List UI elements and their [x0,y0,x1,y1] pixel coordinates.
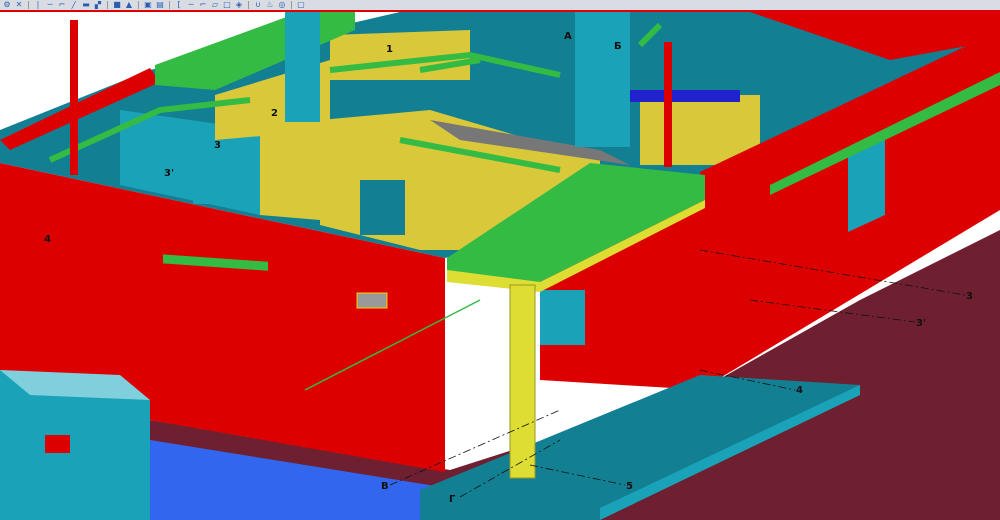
strip-footing-icon[interactable]: ▲ [124,1,134,9]
grid-label-A: А [564,31,572,42]
teal-column-1 [285,12,320,122]
view-2-icon[interactable]: ▤ [155,1,165,9]
component-icon[interactable]: ♨ [265,1,275,9]
column-icon[interactable]: │ [33,1,43,9]
cube-icon[interactable]: ◈ [234,1,244,9]
pad-footing-icon[interactable]: ■ [112,1,122,9]
window-opening [540,290,585,345]
red-block [45,435,70,453]
grid-label-B: Б [614,41,622,52]
hatch-icon[interactable]: ◎ [277,1,287,9]
panel-icon[interactable]: ▬ [81,1,91,9]
toolbar-separator [107,1,108,9]
rectangle-icon[interactable]: □ [222,1,232,9]
grid-label-2: 2 [271,108,278,119]
red-pipe-left [70,20,78,175]
grid-label-3-prime-right: 3' [916,318,926,329]
toolbar: ⚙ ✕ │ ─ ⌐ ╱ ▬ ▞ ■ ▲ ▣ ▤[─ ⌐ ▱ □ ◈ ∪ ♨ ◎ ▢ [0,0,1000,10]
grid-label-5: 5 [626,481,633,492]
grid-label-3-right: 3 [966,291,973,302]
vent-grille [356,292,388,309]
toolbar-separator [138,1,139,9]
grid-label-3-prime: 3' [164,168,174,179]
toolbar-separator [291,1,292,9]
toolbar-separator [248,1,249,9]
toolbar-separator [28,1,29,9]
polybeam-icon[interactable]: ⌐ [57,1,67,9]
filter-icon[interactable]: ⚙ [2,1,12,9]
yellow-column [509,284,536,479]
beam-icon[interactable]: ─ [45,1,55,9]
teal-column-2 [575,12,630,147]
blue-beam [630,90,740,102]
grid-label-4-right: 4 [796,385,803,396]
door-opening [360,180,405,235]
toolbar-separator [169,1,170,9]
view-icon[interactable]: ▣ [143,1,153,9]
plane-icon[interactable]: ▱ [210,1,220,9]
magnet-icon[interactable]: ∪ [253,1,263,9]
brick-hatch-wall-a [260,120,320,220]
snap-icon[interactable]: ✕ [14,1,24,9]
3d-model-viewport[interactable]: 1 2 3 3' 4 А Б 3 3' 4 5 В Г [0,12,1000,520]
grid-label-4: 4 [44,234,51,245]
grid-label-G: Г [449,494,456,505]
curved-beam-icon[interactable]: ╱ [69,1,79,9]
slab-icon[interactable]: ▞ [93,1,103,9]
line-icon[interactable]: ─ [186,1,196,9]
grid-label-3: 3 [214,140,221,151]
polyline-icon[interactable]: ⌐ [198,1,208,9]
small-window [193,182,215,204]
print-icon[interactable]: ▢ [296,1,306,9]
grid-label-V: В [381,481,389,492]
red-pipe-right [664,42,672,167]
bracket-icon[interactable]: [ [174,1,184,9]
grid-label-1: 1 [386,44,393,55]
